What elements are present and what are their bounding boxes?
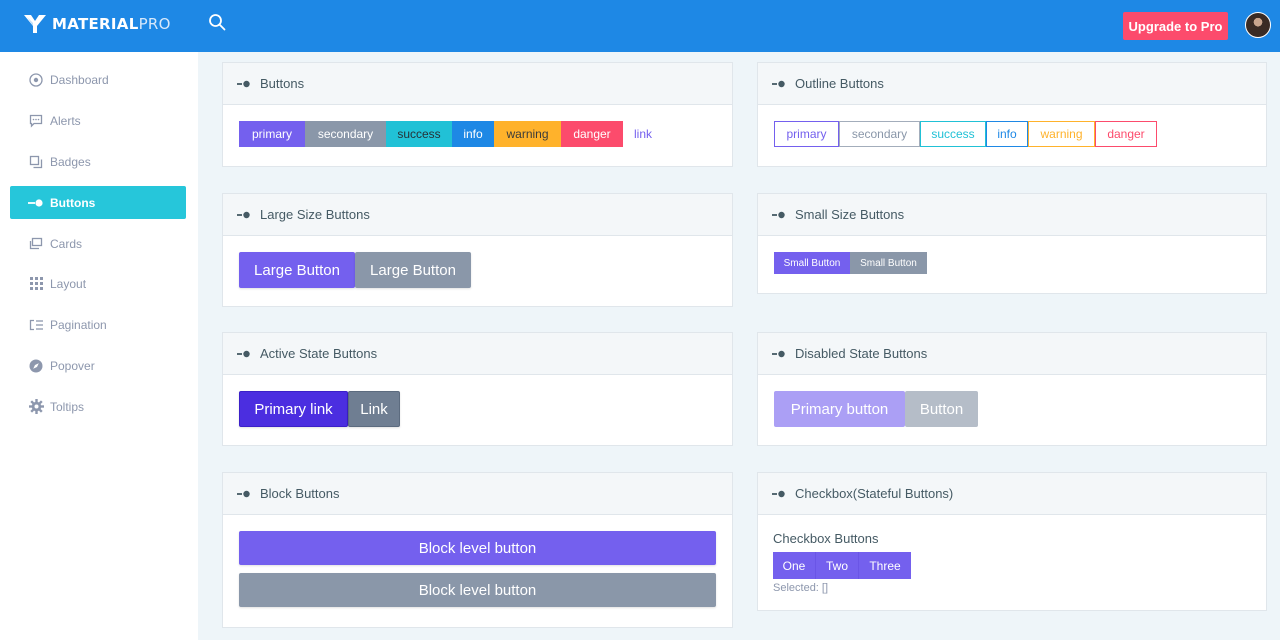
disabled-state-buttons-card: Disabled State Buttons Primary button Bu… xyxy=(757,332,1267,446)
block-secondary-button[interactable]: Block level button xyxy=(239,573,716,607)
small-size-buttons-card: Small Size Buttons Small Button Small Bu… xyxy=(757,193,1267,294)
card-title: Buttons xyxy=(260,76,305,91)
card-header: Small Size Buttons xyxy=(758,194,1266,236)
card-header: Active State Buttons xyxy=(223,333,732,375)
warning-button[interactable]: warning xyxy=(494,121,561,147)
buttons-card: Buttons primary secondary success info w… xyxy=(222,62,733,167)
upgrade-to-pro-button[interactable]: Upgrade to Pro xyxy=(1123,12,1228,40)
small-primary-button[interactable]: Small Button xyxy=(774,252,850,274)
active-link-button[interactable]: Link xyxy=(348,391,400,427)
toggle-icon xyxy=(772,349,786,359)
sidebar: Dashboard Alerts Badges Buttons Cards La… xyxy=(0,52,198,640)
card-title: Large Size Buttons xyxy=(260,207,370,222)
search-icon[interactable] xyxy=(208,13,228,33)
card-header: Block Buttons xyxy=(223,473,732,515)
large-secondary-button[interactable]: Large Button xyxy=(355,252,471,288)
sidebar-item-label: Layout xyxy=(50,276,87,291)
toggle-icon xyxy=(237,79,251,89)
sidebar-item-label: Alerts xyxy=(50,113,81,128)
card-header: Buttons xyxy=(223,63,732,105)
checkbox-buttons-card: Checkbox(Stateful Buttons) Checkbox Butt… xyxy=(757,472,1267,611)
outline-buttons-card: Outline Buttons primary secondary succes… xyxy=(757,62,1267,167)
sidebar-item-label: Toltips xyxy=(50,399,85,414)
card-title: Checkbox(Stateful Buttons) xyxy=(795,486,954,501)
sidebar-item-dashboard[interactable]: Dashboard xyxy=(10,63,186,96)
sidebar-item-badges[interactable]: Badges xyxy=(10,145,186,178)
outline-primary-button[interactable]: primary xyxy=(774,121,839,147)
toggle-icon xyxy=(772,210,786,220)
block-buttons-card: Block Buttons Block level button Block l… xyxy=(222,472,733,628)
outline-secondary-button[interactable]: secondary xyxy=(839,121,920,147)
checkbox-three-button[interactable]: Three xyxy=(859,552,911,579)
copy-icon xyxy=(28,154,44,170)
message-icon xyxy=(28,113,44,129)
top-navbar: MATERIALPRO Upgrade to Pro xyxy=(0,0,1280,52)
large-primary-button[interactable]: Large Button xyxy=(239,252,355,288)
logo-icon xyxy=(24,15,46,33)
checkbox-button-group: One Two Three xyxy=(773,552,911,579)
danger-button[interactable]: danger xyxy=(561,121,623,147)
user-avatar[interactable] xyxy=(1245,12,1271,38)
card-title: Disabled State Buttons xyxy=(795,346,928,361)
secondary-button[interactable]: secondary xyxy=(305,121,386,147)
compass-icon xyxy=(28,358,44,374)
selected-values-text: Selected: [] xyxy=(773,582,829,594)
brand-name: MATERIALPRO xyxy=(52,15,171,33)
outline-warning-button[interactable]: warning xyxy=(1028,121,1095,147)
card-title: Small Size Buttons xyxy=(795,207,905,222)
sidebar-item-cards[interactable]: Cards xyxy=(10,227,186,260)
gear-icon xyxy=(28,399,44,415)
small-secondary-button[interactable]: Small Button xyxy=(850,252,927,274)
sidebar-item-buttons[interactable]: Buttons xyxy=(10,186,186,219)
large-size-buttons-card: Large Size Buttons Large Button Large Bu… xyxy=(222,193,733,307)
toggle-icon xyxy=(237,349,251,359)
toggle-icon xyxy=(28,195,44,211)
outline-danger-button[interactable]: danger xyxy=(1095,121,1157,147)
info-button[interactable]: info xyxy=(452,121,494,147)
disabled-button: Button xyxy=(905,391,978,427)
link-button[interactable]: link xyxy=(625,121,661,147)
block-primary-button[interactable]: Block level button xyxy=(239,531,716,565)
sidebar-item-label: Dashboard xyxy=(50,72,109,87)
success-button[interactable]: success xyxy=(386,121,452,147)
card-header: Large Size Buttons xyxy=(223,194,732,236)
list-icon xyxy=(28,317,44,333)
sidebar-item-label: Cards xyxy=(50,236,83,251)
toggle-icon xyxy=(772,489,786,499)
checkbox-buttons-label: Checkbox Buttons xyxy=(773,531,879,546)
active-primary-link-button[interactable]: Primary link xyxy=(239,391,348,427)
sidebar-item-pagination[interactable]: Pagination xyxy=(10,308,186,341)
sidebar-item-label: Badges xyxy=(50,154,91,169)
card-header: Outline Buttons xyxy=(758,63,1266,105)
card-header: Disabled State Buttons xyxy=(758,333,1266,375)
sidebar-item-label: Popover xyxy=(50,358,95,373)
toggle-icon xyxy=(237,489,251,499)
toggle-icon xyxy=(772,79,786,89)
toggle-icon xyxy=(237,210,251,220)
checkbox-one-button[interactable]: One xyxy=(773,552,816,579)
brand-logo[interactable]: MATERIALPRO xyxy=(24,14,171,34)
outline-success-button[interactable]: success xyxy=(920,121,986,147)
dashboard-icon xyxy=(28,72,44,88)
card-title: Outline Buttons xyxy=(795,76,884,91)
sidebar-item-label: Pagination xyxy=(50,317,107,332)
card-title: Block Buttons xyxy=(260,486,340,501)
primary-button[interactable]: primary xyxy=(239,121,305,147)
outline-info-button[interactable]: info xyxy=(986,121,1028,147)
sidebar-item-label: Buttons xyxy=(50,195,96,210)
grid-icon xyxy=(28,276,44,292)
checkbox-two-button[interactable]: Two xyxy=(816,552,859,579)
sidebar-item-popover[interactable]: Popover xyxy=(10,349,186,382)
cards-icon xyxy=(28,236,44,252)
sidebar-item-layout[interactable]: Layout xyxy=(10,267,186,300)
sidebar-item-toltips[interactable]: Toltips xyxy=(10,390,186,423)
card-header: Checkbox(Stateful Buttons) xyxy=(758,473,1266,515)
sidebar-item-alerts[interactable]: Alerts xyxy=(10,104,186,137)
active-state-buttons-card: Active State Buttons Primary link Link xyxy=(222,332,733,446)
disabled-primary-button: Primary button xyxy=(774,391,905,427)
card-title: Active State Buttons xyxy=(260,346,378,361)
